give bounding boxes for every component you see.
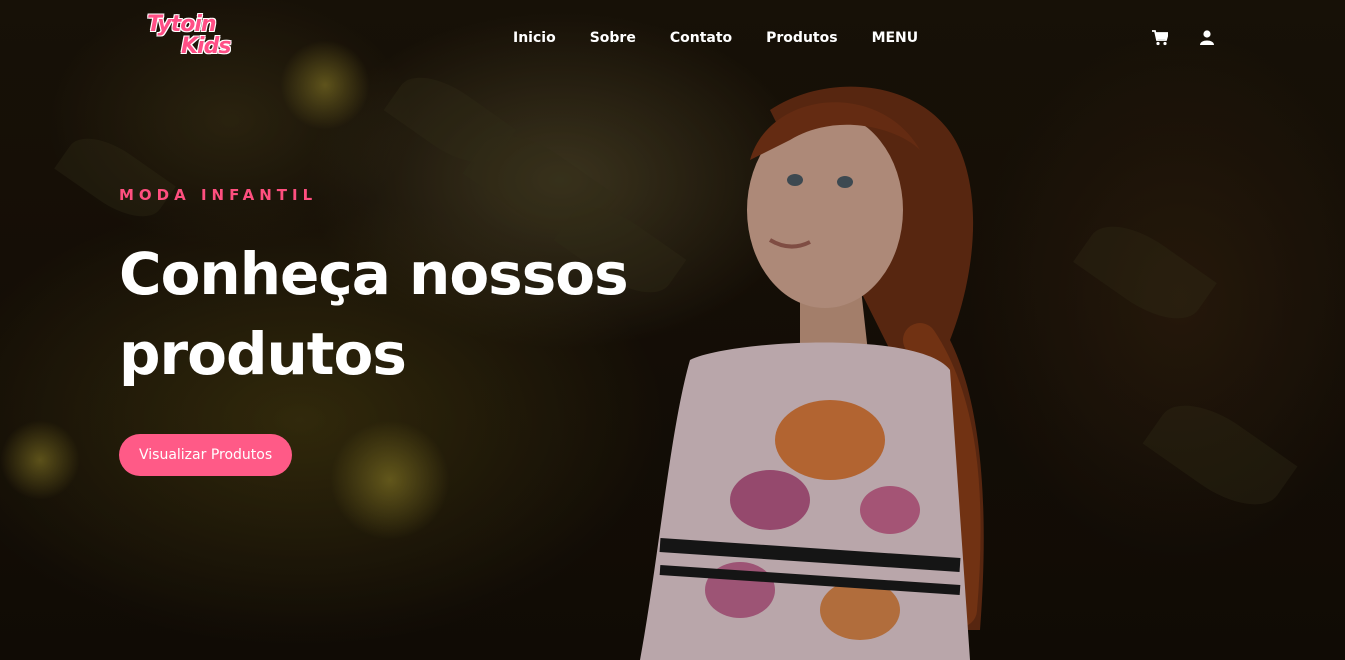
hero-headline: Conheça nossos produtos	[119, 234, 739, 394]
nav-link-sobre[interactable]: Sobre	[590, 30, 636, 46]
logo-text-line2: Kids	[181, 34, 231, 59]
hero-headline-line2: produtos	[119, 320, 407, 388]
nav-link-contato[interactable]: Contato	[670, 30, 732, 46]
hero-eyebrow: MODA INFANTIL	[119, 186, 318, 204]
view-products-button[interactable]: Visualizar Produtos	[119, 434, 293, 476]
cart-icon[interactable]	[1152, 30, 1170, 48]
brand-logo[interactable]: Tytoin Kids	[145, 14, 245, 68]
user-icon[interactable]	[1200, 30, 1216, 48]
main-nav: Inicio Sobre Contato Produtos MENU	[513, 30, 952, 46]
hero-section: MODA INFANTIL Conheça nossos produtos Vi…	[119, 186, 739, 476]
header-actions	[1152, 30, 1216, 48]
logo-text-line1: Tytoin	[147, 12, 217, 37]
nav-link-produtos[interactable]: Produtos	[766, 30, 837, 46]
nav-link-inicio[interactable]: Inicio	[513, 30, 556, 46]
nav-link-menu[interactable]: MENU	[872, 30, 919, 46]
hero-headline-line1: Conheça nossos	[119, 240, 629, 308]
site-header: Tytoin Kids Inicio Sobre Contato Produto…	[0, 0, 1345, 78]
